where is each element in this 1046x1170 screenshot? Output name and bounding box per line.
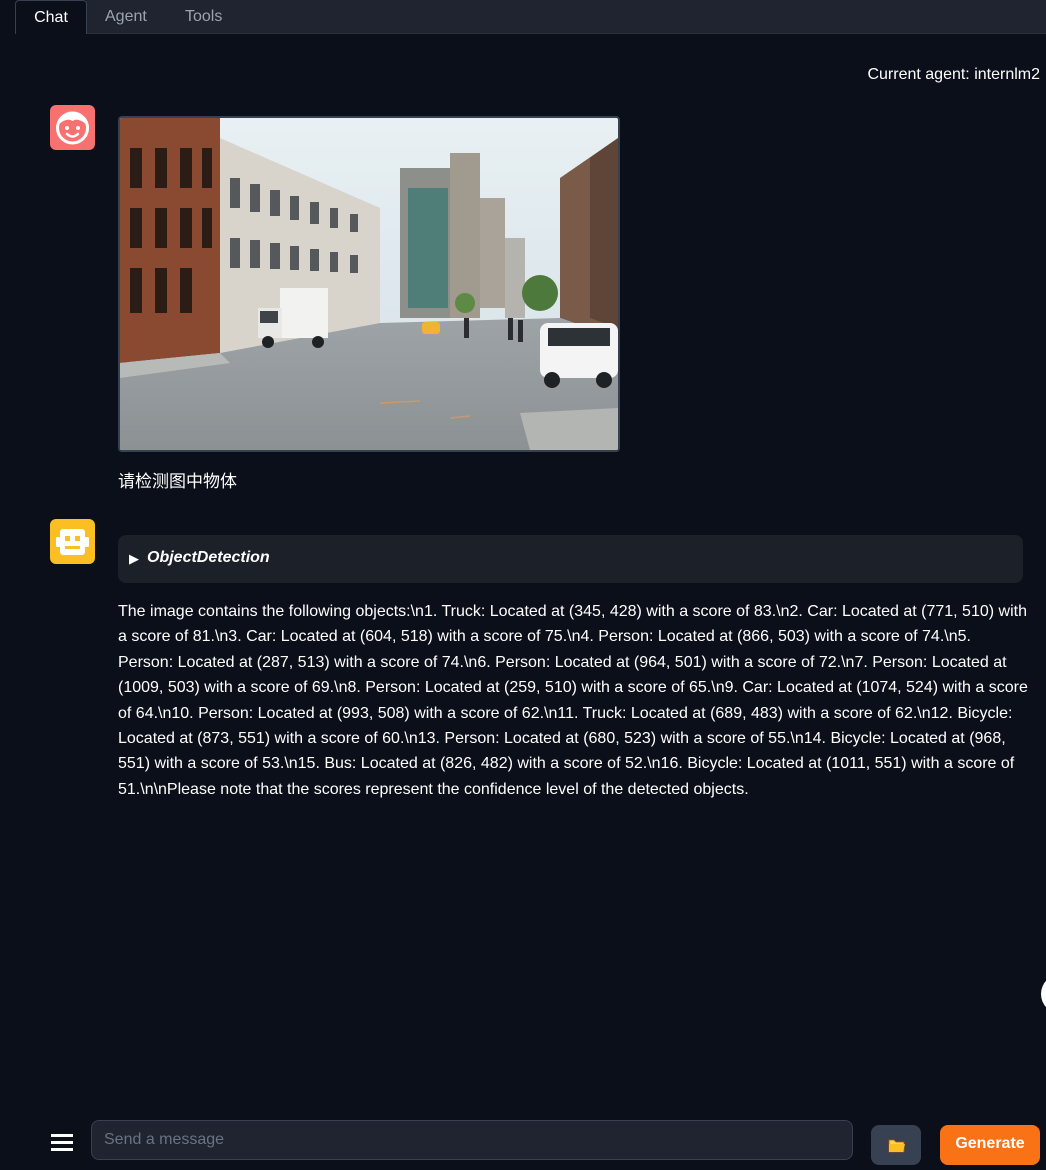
smiley-face-icon (56, 111, 89, 145)
current-agent-label: Current agent: internlm2 (867, 66, 1040, 83)
message-input[interactable] (91, 1120, 853, 1160)
tab-agent[interactable]: Agent (105, 0, 147, 33)
menu-icon[interactable] (51, 1128, 73, 1153)
robot-icon (56, 529, 89, 555)
expand-triangle-icon[interactable]: ▶ (129, 551, 139, 567)
user-avatar (50, 105, 95, 150)
tab-chat[interactable]: Chat (15, 0, 87, 34)
user-message-text: 请检测图中物体 (118, 472, 237, 492)
tool-call-details[interactable]: ▶ ObjectDetection (118, 535, 1023, 583)
bot-avatar (50, 519, 95, 564)
folder-icon (888, 1139, 905, 1153)
tool-call-name[interactable]: ObjectDetection (147, 549, 270, 567)
tab-tools[interactable]: Tools (185, 0, 222, 33)
tab-bar: Chat Agent Tools (0, 0, 1046, 34)
street-scene-image (120, 118, 618, 450)
scroll-to-bottom-button[interactable] (1041, 974, 1046, 1014)
generate-button[interactable]: Generate (940, 1125, 1040, 1165)
upload-button[interactable] (871, 1125, 921, 1165)
uploaded-street-photo[interactable] (118, 116, 620, 452)
bot-message-text: The image contains the following objects… (118, 603, 1028, 798)
